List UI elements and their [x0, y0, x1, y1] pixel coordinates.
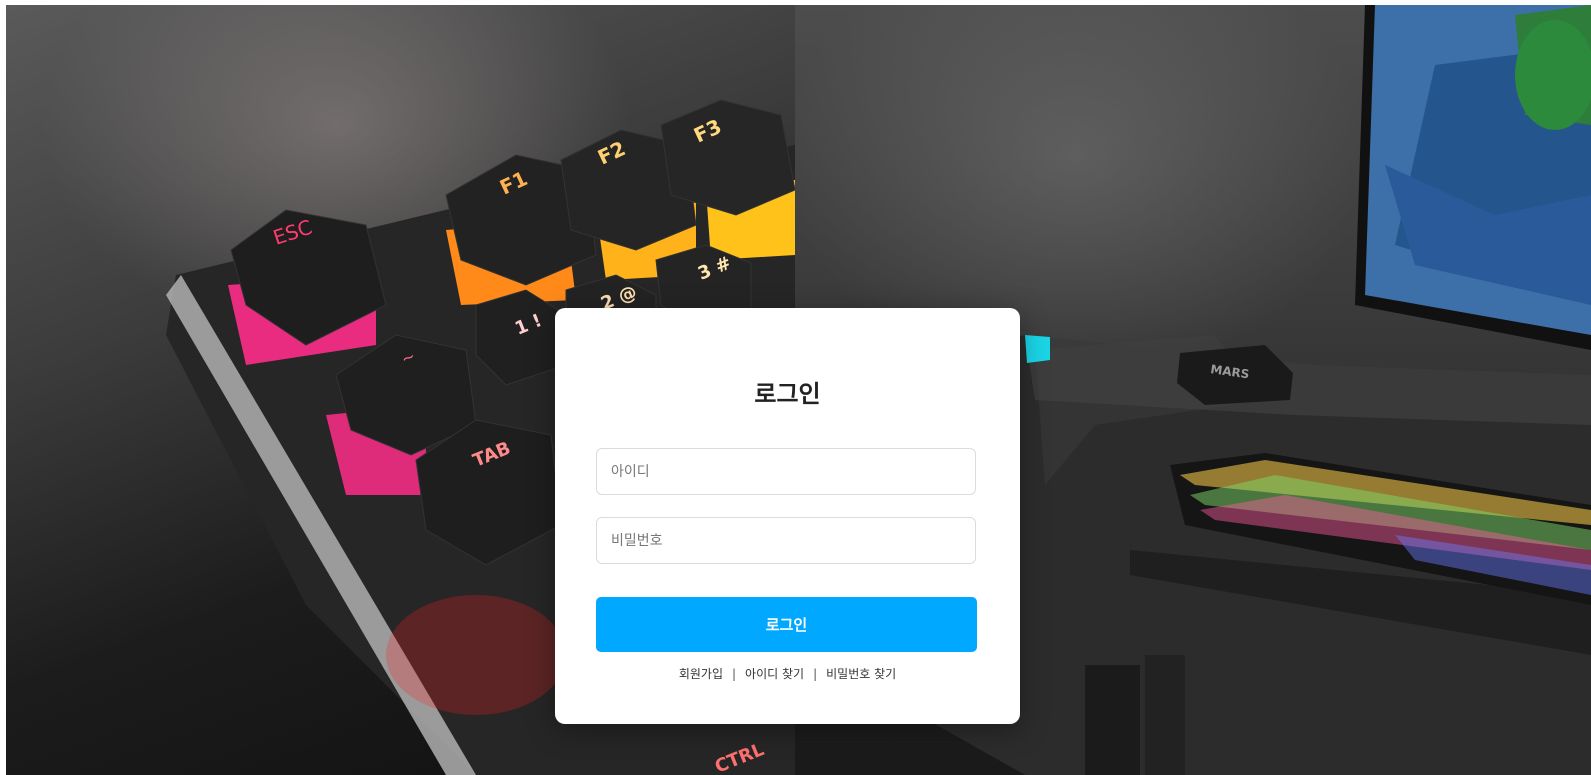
password-input[interactable]: [596, 517, 976, 564]
signup-link[interactable]: 회원가입: [679, 667, 723, 681]
id-input[interactable]: [596, 448, 976, 495]
login-card: 로그인 로그인 회원가입 | 아이디 찾기 | 비밀번호 찾기: [555, 308, 1020, 724]
find-id-link[interactable]: 아이디 찾기: [745, 667, 804, 681]
find-password-link[interactable]: 비밀번호 찾기: [826, 667, 896, 681]
account-links: 회원가입 | 아이디 찾기 | 비밀번호 찾기: [555, 665, 1020, 682]
link-separator: |: [813, 667, 818, 681]
login-button[interactable]: 로그인: [596, 597, 977, 652]
link-separator: |: [732, 667, 737, 681]
login-title: 로그인: [754, 380, 821, 408]
